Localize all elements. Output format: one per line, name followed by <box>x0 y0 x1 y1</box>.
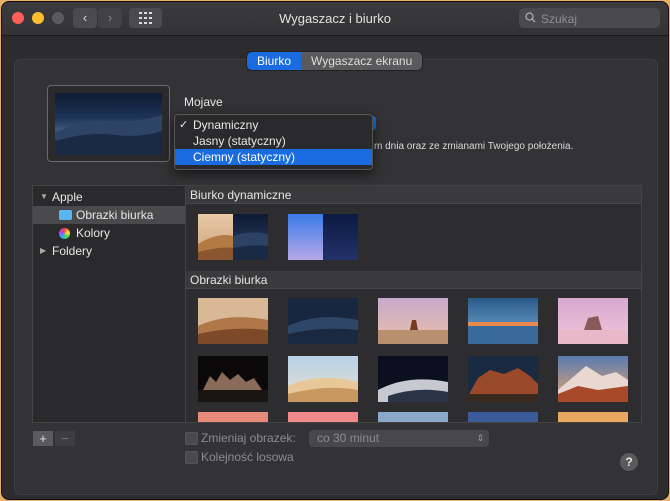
title-bar: ‹ › Wygaszacz i biurko <box>2 2 668 36</box>
wallpaper-thumb-row3-2[interactable] <box>288 412 358 422</box>
zoom-button[interactable] <box>52 12 64 24</box>
wallpaper-thumb-mojave-lake[interactable] <box>468 298 538 344</box>
disclosure-open-icon: ▼ <box>40 192 48 201</box>
show-all-button[interactable] <box>129 8 162 28</box>
minimize-button[interactable] <box>32 12 44 24</box>
wallpaper-thumb-mojave-dynamic[interactable] <box>198 214 268 260</box>
section-header-pictures: Obrazki biurka <box>186 271 641 289</box>
random-order-label: Kolejność losowa <box>201 450 294 464</box>
help-button[interactable]: ? <box>620 453 638 471</box>
search-icon <box>525 12 536 23</box>
wallpaper-name: Mojave <box>184 95 223 109</box>
disclosure-closed-icon: ▶ <box>40 246 47 255</box>
wallpaper-preview-image <box>55 93 162 155</box>
menu-item-label: Dynamiczny <box>193 118 259 132</box>
wallpaper-thumb-dunes-light[interactable] <box>288 356 358 402</box>
grid-icon <box>139 12 152 24</box>
change-picture-checkbox[interactable] <box>185 432 198 445</box>
forward-button[interactable]: › <box>98 8 122 28</box>
wallpaper-preview <box>47 85 170 162</box>
interval-popup[interactable]: co 30 minut ⇕ <box>309 430 489 447</box>
menu-item-light-static[interactable]: Jasny (statyczny) <box>175 133 372 149</box>
wallpaper-thumb-dunes-dark[interactable] <box>378 356 448 402</box>
menu-item-dynamic[interactable]: ✓ Dynamiczny <box>175 117 372 133</box>
wallpaper-thumb-mojave-day[interactable] <box>198 298 268 344</box>
wallpaper-thumb-high-sierra[interactable] <box>558 356 628 402</box>
wallpaper-description: m dnia oraz ze zmianami Twojego położeni… <box>374 141 574 152</box>
popup-arrows-icon: ⇕ <box>476 433 484 443</box>
wallpaper-thumb-row3-5[interactable] <box>558 412 628 422</box>
tab-screensaver[interactable]: Wygaszacz ekranu <box>301 52 423 70</box>
preferences-window: ‹ › Wygaszacz i biurko Biurko Wy <box>2 2 668 499</box>
search-field[interactable] <box>519 8 660 28</box>
wallpaper-thumb-row3-4[interactable] <box>468 412 538 422</box>
chevron-left-icon: ‹ <box>82 10 88 25</box>
back-button[interactable]: ‹ <box>73 8 97 28</box>
wallpaper-thumb-solar-gradient[interactable] <box>288 214 358 260</box>
wallpaper-thumb-mountain-red[interactable] <box>468 356 538 402</box>
appearance-menu: ✓ Dynamiczny Jasny (statyczny) Ciemny (s… <box>174 114 373 170</box>
tab-bar: Biurko Wygaszacz ekranu <box>247 52 423 70</box>
menu-item-dark-static[interactable]: Ciemny (statyczny) <box>175 149 372 165</box>
sidebar-group-apple[interactable]: ▼ Apple <box>33 188 185 206</box>
folder-icon <box>59 210 72 220</box>
wallpaper-thumb-mojave-night-rocks[interactable] <box>198 356 268 402</box>
menu-item-label: Ciemny (statyczny) <box>193 150 296 164</box>
color-wheel-icon <box>59 228 70 239</box>
close-button[interactable] <box>12 12 24 24</box>
wallpaper-thumb-row3-3[interactable] <box>378 412 448 422</box>
section-header-dynamic: Biurko dynamiczne <box>186 186 641 204</box>
chevron-right-icon: › <box>107 10 113 25</box>
window-title: Wygaszacz i biurko <box>279 11 391 26</box>
menu-item-label: Jasny (statyczny) <box>193 134 286 148</box>
sidebar-item-desktop-pictures[interactable]: Obrazki biurka <box>33 206 185 224</box>
tab-desktop[interactable]: Biurko <box>247 52 302 70</box>
sidebar-item-colors[interactable]: Kolory <box>33 224 185 242</box>
wallpaper-thumb-mojave-pink-rock[interactable] <box>558 298 628 344</box>
wallpaper-browser: Biurko dynamiczne Obrazki biurka <box>185 185 642 423</box>
random-order-checkbox[interactable] <box>185 451 198 464</box>
search-input[interactable] <box>539 9 658 28</box>
add-folder-button[interactable]: + <box>33 431 53 446</box>
change-picture-label: Zmieniaj obrazek: <box>201 431 296 445</box>
checkmark-icon: ✓ <box>179 119 189 131</box>
source-list: ▼ Apple Obrazki biurka Kolory ▶ Foldery <box>32 185 186 423</box>
wallpaper-thumb-row3-1[interactable] <box>198 412 268 422</box>
remove-folder-button[interactable]: − <box>55 431 75 446</box>
interval-value: co 30 minut <box>317 431 380 445</box>
wallpaper-thumb-mojave-rock[interactable] <box>378 298 448 344</box>
wallpaper-thumb-mojave-night[interactable] <box>288 298 358 344</box>
sidebar-group-folders[interactable]: ▶ Foldery <box>33 242 185 260</box>
